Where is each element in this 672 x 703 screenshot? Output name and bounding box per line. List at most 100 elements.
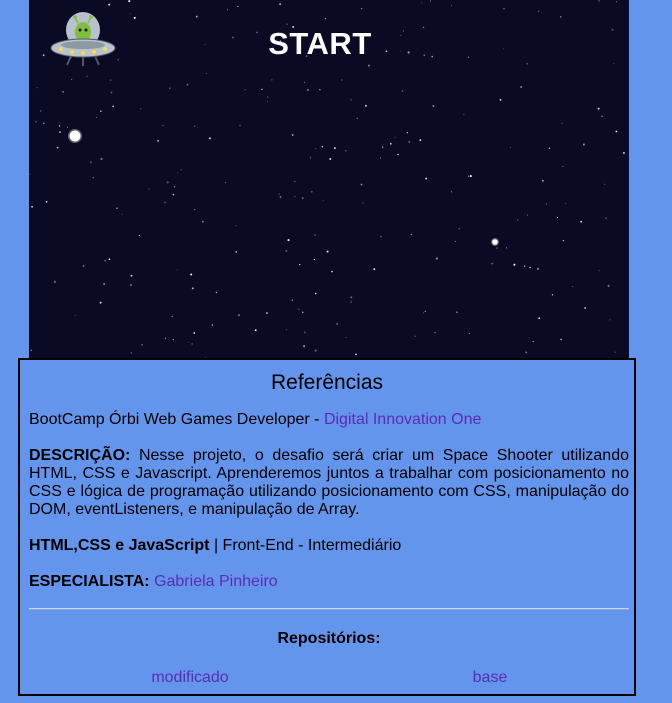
- star: [545, 203, 548, 205]
- star: [267, 101, 268, 102]
- star: [355, 353, 357, 356]
- repo-base-link[interactable]: base: [415, 669, 565, 687]
- star: [406, 132, 408, 134]
- star: [429, 0, 432, 2]
- star: [35, 120, 37, 123]
- star: [172, 193, 175, 196]
- tech-line: HTML,CSS e JavaScript | Front-End - Inte…: [29, 537, 629, 555]
- star: [116, 207, 118, 209]
- star: [615, 130, 618, 133]
- star: [238, 314, 240, 317]
- star: [362, 202, 364, 204]
- star: [382, 146, 384, 148]
- star: [451, 4, 453, 6]
- star: [331, 270, 333, 273]
- star: [235, 251, 237, 253]
- star: [496, 247, 498, 249]
- star: [525, 351, 528, 354]
- star: [356, 117, 358, 119]
- star: [130, 284, 132, 286]
- dio-link[interactable]: Digital Innovation One: [324, 411, 481, 428]
- repositories-heading: Repositórios:: [277, 630, 381, 647]
- star: [367, 64, 370, 67]
- star: [110, 91, 113, 94]
- star: [237, 5, 239, 8]
- star: [380, 157, 381, 159]
- medium-star: [492, 239, 498, 245]
- star: [609, 319, 611, 321]
- star: [172, 339, 174, 341]
- star: [45, 200, 48, 203]
- star: [562, 239, 565, 242]
- star: [239, 124, 241, 126]
- star: [313, 259, 315, 261]
- star: [299, 263, 301, 266]
- star: [350, 301, 352, 303]
- star: [463, 114, 465, 115]
- star: [298, 308, 300, 311]
- star: [451, 191, 453, 193]
- bootcamp-line: BootCamp Órbi Web Games Developer - Digi…: [29, 411, 629, 429]
- star: [322, 200, 324, 202]
- star: [333, 147, 336, 150]
- star: [336, 322, 339, 325]
- star: [516, 219, 519, 221]
- star: [266, 96, 269, 98]
- star: [202, 221, 204, 223]
- star: [266, 312, 268, 314]
- star: [341, 79, 343, 81]
- game-area[interactable]: Use as setas para se mover START: [29, 0, 629, 358]
- star: [180, 169, 182, 171]
- star: [211, 324, 214, 326]
- star: [100, 110, 102, 112]
- description-label: DESCRIÇÃO:: [29, 447, 131, 464]
- star: [42, 122, 45, 125]
- star: [562, 165, 564, 168]
- star: [108, 3, 111, 6]
- star: [611, 28, 614, 31]
- tech-label: HTML,CSS e JavaScript: [29, 537, 210, 554]
- repo-modified-link[interactable]: modificado: [115, 669, 265, 687]
- star: [506, 247, 508, 249]
- divider: [29, 608, 629, 610]
- star: [520, 86, 523, 89]
- star: [226, 9, 228, 11]
- star: [559, 16, 562, 18]
- star: [130, 274, 133, 277]
- star: [62, 91, 64, 93]
- star: [225, 182, 227, 184]
- star: [597, 107, 600, 110]
- star: [157, 140, 159, 142]
- star: [529, 266, 531, 269]
- star: [235, 225, 237, 227]
- star: [329, 157, 332, 161]
- star: [557, 217, 558, 218]
- star: [309, 157, 312, 159]
- star: [36, 87, 38, 89]
- star: [177, 172, 179, 174]
- star: [112, 105, 114, 108]
- star: [291, 299, 294, 301]
- star: [548, 147, 551, 149]
- star: [491, 262, 494, 265]
- star: [314, 234, 316, 236]
- star: [286, 23, 288, 25]
- star: [301, 197, 304, 200]
- star: [100, 157, 103, 161]
- star: [74, 314, 76, 316]
- star: [503, 8, 505, 10]
- star: [324, 18, 326, 20]
- star: [401, 90, 404, 92]
- star: [92, 177, 94, 179]
- star: [29, 173, 30, 176]
- star: [244, 89, 246, 91]
- star: [166, 181, 169, 184]
- star: [169, 87, 171, 89]
- star: [195, 15, 198, 18]
- star: [314, 292, 317, 295]
- specialist-link[interactable]: Gabriela Pinheiro: [154, 573, 278, 590]
- page: Use as setas para se mover START Referên…: [0, 0, 672, 703]
- start-button[interactable]: START: [29, 26, 611, 62]
- star: [138, 234, 140, 236]
- star: [345, 337, 347, 339]
